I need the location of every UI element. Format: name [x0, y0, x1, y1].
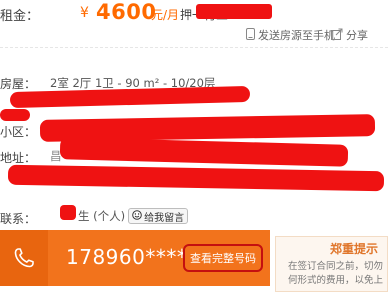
contact-label: 联系：: [0, 212, 37, 226]
rent-label: 租金：: [0, 9, 40, 24]
layout-label: 房屋：: [0, 77, 37, 91]
redaction-mark: [0, 109, 30, 121]
share-link[interactable]: 分享: [331, 27, 368, 43]
redaction-mark: [9, 85, 251, 109]
redaction-mark: [60, 205, 76, 220]
smiley-icon: [132, 209, 142, 223]
notice-line: 何形式的费用，以免上: [288, 275, 384, 286]
community-label: 小区：: [0, 125, 37, 139]
send-to-phone-link[interactable]: 发送房源至手机: [246, 27, 335, 43]
redaction-mark: [7, 164, 385, 192]
address-label: 地址：: [0, 151, 37, 165]
redaction-mark: [196, 4, 272, 19]
phone-number: 178960****9: [66, 245, 201, 269]
redaction-mark: [59, 137, 349, 167]
send-to-phone-label: 发送房源至手机: [258, 29, 335, 42]
share-icon: [331, 28, 343, 43]
leave-message-label: 给我留言: [144, 212, 185, 224]
divider: [0, 47, 388, 48]
view-full-number-button[interactable]: 查看完整号码: [183, 244, 263, 272]
leave-message-button[interactable]: 给我留言: [128, 208, 189, 224]
phone-icon: [246, 27, 255, 43]
contact-name: 生 (个人) 给我留言: [78, 208, 189, 224]
currency-symbol: ¥: [80, 5, 89, 21]
notice-title: 郑重提示: [330, 242, 379, 256]
rent-unit: 元/月: [151, 8, 180, 22]
contact-name-suffix: 生 (个人): [78, 209, 126, 223]
rent-amount: 4600: [96, 0, 157, 24]
notice-line: 在签订合同之前，切勿: [288, 261, 384, 272]
phone-handset-icon: [0, 230, 48, 286]
share-label: 分享: [346, 29, 368, 42]
